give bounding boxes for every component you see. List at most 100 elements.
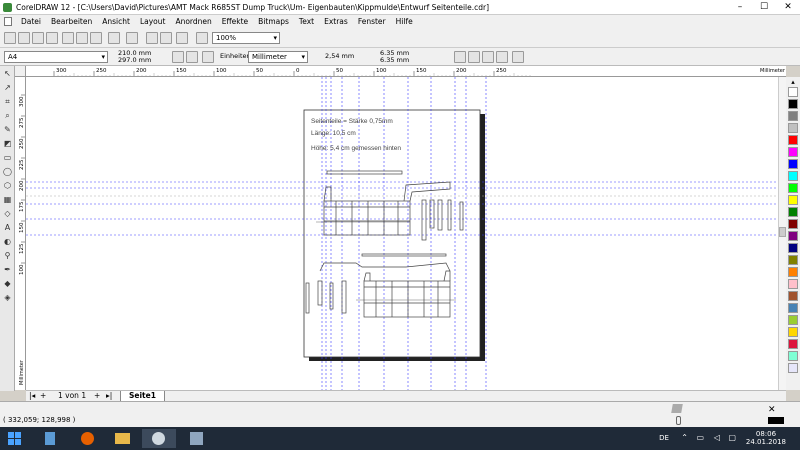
palette-swatch[interactable]	[788, 111, 798, 121]
page-size-select[interactable]: A4	[4, 51, 108, 63]
menu-hilfe[interactable]: Hilfe	[391, 17, 418, 26]
palette-swatch[interactable]	[788, 243, 798, 253]
palette-swatch[interactable]	[788, 159, 798, 169]
minimize-button[interactable]: –	[728, 0, 752, 15]
rectangle-tool-icon[interactable]: ▭	[2, 152, 13, 163]
snap-to-grid-icon[interactable]	[454, 51, 466, 63]
interactive-blend-icon[interactable]: ◐	[2, 236, 13, 247]
palette-swatch[interactable]	[788, 303, 798, 313]
coreldraw-taskbar-icon[interactable]	[142, 429, 176, 448]
palette-swatch[interactable]	[788, 327, 798, 337]
landscape-icon[interactable]	[186, 51, 198, 63]
portrait-icon[interactable]	[172, 51, 184, 63]
palette-swatch[interactable]	[788, 135, 798, 145]
palette-swatch[interactable]	[788, 207, 798, 217]
fill-tool-icon[interactable]: ◆	[2, 278, 13, 289]
vertical-ruler[interactable]: 300 275 250 225 200 175 150 125 100 Millimeter	[15, 77, 26, 390]
open-icon[interactable]	[18, 32, 30, 44]
save-icon[interactable]	[32, 32, 44, 44]
interactive-fill-icon[interactable]: ◈	[2, 292, 13, 303]
maximize-button[interactable]: ☐	[752, 0, 776, 15]
scroll-thumb[interactable]	[779, 227, 786, 237]
language-indicator[interactable]: DE	[659, 434, 669, 442]
clock[interactable]: 08:06 24.01.2018	[746, 430, 786, 446]
outline-tool-icon[interactable]: ✒	[2, 264, 13, 275]
cut-icon[interactable]	[62, 32, 74, 44]
menu-text[interactable]: Text	[294, 17, 319, 26]
drawing-canvas[interactable]: Seitenteile = Stärke 0,75mm Länge: 10,5 …	[26, 77, 786, 390]
palette-swatch[interactable]	[788, 183, 798, 193]
menu-extras[interactable]: Extras	[319, 17, 353, 26]
horizontal-ruler[interactable]: 300 250 200 150 100 50 0 50 100 150 200 250 Millimet…	[26, 66, 786, 77]
print-icon[interactable]	[46, 32, 58, 44]
menu-anordnen[interactable]: Anordnen	[170, 17, 216, 26]
shape-tool-icon[interactable]: ↗	[2, 82, 13, 93]
network-icon[interactable]: ▭	[696, 433, 704, 442]
last-page-button[interactable]: ▸|	[106, 391, 112, 401]
first-page-button[interactable]: |◂	[29, 391, 35, 401]
menu-layout[interactable]: Layout	[135, 17, 171, 26]
palette-swatch[interactable]	[788, 255, 798, 265]
crop-tool-icon[interactable]: ⌗	[2, 96, 13, 107]
palette-swatch[interactable]	[788, 147, 798, 157]
ruler-origin[interactable]	[15, 66, 26, 77]
palette-swatch[interactable]	[788, 363, 798, 373]
palette-up-arrow[interactable]: ▴	[786, 77, 800, 87]
taskbar-file-icon[interactable]	[34, 429, 68, 448]
menu-bearbeiten[interactable]: Bearbeiten	[46, 17, 97, 26]
file-explorer-icon[interactable]	[106, 429, 140, 448]
palette-swatch[interactable]	[788, 87, 798, 97]
notification-icon[interactable]: ▢	[728, 433, 736, 442]
graph-paper-icon[interactable]: ▦	[2, 194, 13, 205]
menu-datei[interactable]: Datei	[16, 17, 46, 26]
undo-icon[interactable]	[108, 32, 120, 44]
dynamic-guides-icon[interactable]	[496, 51, 508, 63]
palette-swatch[interactable]	[788, 171, 798, 181]
volume-icon[interactable]: ◁	[714, 433, 720, 442]
add-page-button[interactable]: +	[40, 391, 46, 401]
redo-icon[interactable]	[126, 32, 138, 44]
palette-swatch[interactable]	[788, 99, 798, 109]
no-fill-icon[interactable]: ✕	[768, 405, 776, 415]
firefox-icon[interactable]	[72, 429, 106, 448]
doc-line-2[interactable]: Länge: 10,5 cm	[311, 130, 356, 137]
snap-to-guidelines-icon[interactable]	[468, 51, 480, 63]
ellipse-tool-icon[interactable]: ◯	[2, 166, 13, 177]
tray-up-arrow-icon[interactable]: ⌃	[681, 433, 688, 442]
import-icon[interactable]	[146, 32, 158, 44]
smart-fill-icon[interactable]: ◩	[2, 138, 13, 149]
corel-online-icon[interactable]	[196, 32, 208, 44]
palette-swatch[interactable]	[788, 267, 798, 277]
doc-line-1[interactable]: Seitenteile = Stärke 0,75mm	[311, 118, 393, 125]
text-tool-icon[interactable]: A	[2, 222, 13, 233]
pick-tool-icon[interactable]: ↖	[2, 68, 13, 79]
application-launcher-icon[interactable]	[176, 32, 188, 44]
palette-swatch[interactable]	[788, 351, 798, 361]
freehand-tool-icon[interactable]: ✎	[2, 124, 13, 135]
outline-pen-icon[interactable]	[676, 416, 681, 425]
export-icon[interactable]	[160, 32, 172, 44]
eyedropper-tool-icon[interactable]: ⚲	[2, 250, 13, 261]
palette-swatch[interactable]	[788, 279, 798, 289]
new-document-icon[interactable]	[4, 32, 16, 44]
menu-fenster[interactable]: Fenster	[353, 17, 391, 26]
palette-swatch[interactable]	[788, 231, 798, 241]
fill-bucket-icon[interactable]	[671, 404, 683, 413]
palette-swatch[interactable]	[788, 195, 798, 205]
outline-color-swatch[interactable]	[768, 417, 784, 424]
vertical-scrollbar[interactable]	[778, 77, 786, 390]
polygon-tool-icon[interactable]: ⬡	[2, 180, 13, 191]
palette-swatch[interactable]	[788, 123, 798, 133]
basic-shapes-icon[interactable]: ◇	[2, 208, 13, 219]
menu-effekte[interactable]: Effekte	[217, 17, 253, 26]
document-icon[interactable]	[4, 17, 12, 26]
paste-icon[interactable]	[90, 32, 102, 44]
units-select[interactable]: Millimeter	[248, 51, 308, 63]
menu-bitmaps[interactable]: Bitmaps	[253, 17, 294, 26]
snap-to-objects-icon[interactable]	[482, 51, 494, 63]
copy-icon[interactable]	[76, 32, 88, 44]
page-height-field[interactable]: 297.0 mm	[118, 57, 151, 64]
doc-line-3[interactable]: Höhe: 5,4 cm gemessen hinten	[311, 145, 401, 152]
windows-start-icon[interactable]	[8, 432, 21, 445]
palette-swatch[interactable]	[788, 219, 798, 229]
